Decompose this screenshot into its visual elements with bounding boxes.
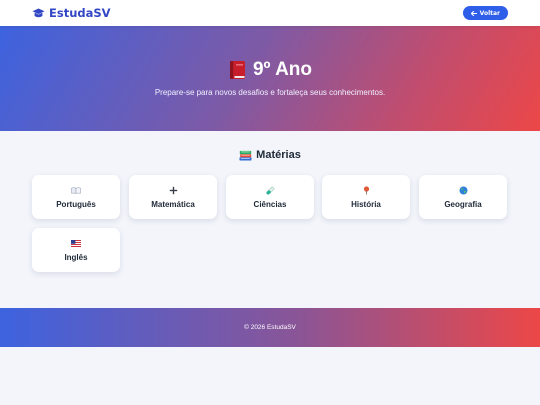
subject-card-ingles[interactable]: Inglês [32,228,120,272]
subject-label: Português [56,199,96,209]
hero-banner: 9º Ano Prepare-se para novos desafios e … [0,26,540,131]
us-flag-icon [71,239,81,248]
books-icon [239,150,252,161]
brand-logo[interactable]: EstudaSV [32,6,111,20]
globe-icon [458,186,468,195]
plus-minus-icon [168,186,178,195]
subject-label: História [351,199,381,209]
footer: © 2026 EstudaSV [0,308,540,347]
subject-card-matematica[interactable]: Matemática [129,175,217,219]
navbar: EstudaSV Voltar [0,0,540,26]
back-button[interactable]: Voltar [462,6,508,20]
section-title: Matérias [0,149,540,161]
section-title-text: Matérias [256,149,301,161]
open-book-icon [71,186,81,195]
graduation-cap-icon [32,8,45,19]
brand-name: EstudaSV [49,6,111,20]
page-title: 9º Ano [0,59,540,81]
back-button-label: Voltar [479,9,500,17]
page-title-text: 9º Ano [252,59,312,80]
subject-card-geografia[interactable]: Geografia [419,175,507,219]
page-subtitle: Prepare-se para novos desafios e fortale… [154,88,386,97]
subject-label: Ciências [253,199,287,209]
red-book-icon [228,60,247,80]
subject-card-portugues[interactable]: Português [32,175,120,219]
test-tube-icon [265,185,275,195]
subject-label: Inglês [64,252,88,262]
footer-copyright: © 2026 EstudaSV [244,324,296,331]
arrow-left-icon [470,10,477,16]
subject-label: Matemática [151,199,195,209]
subject-card-ciencias[interactable]: Ciências [226,175,314,219]
subject-label: Geografia [444,199,482,209]
pushpin-icon [361,185,371,195]
subject-card-historia[interactable]: História [322,175,410,219]
